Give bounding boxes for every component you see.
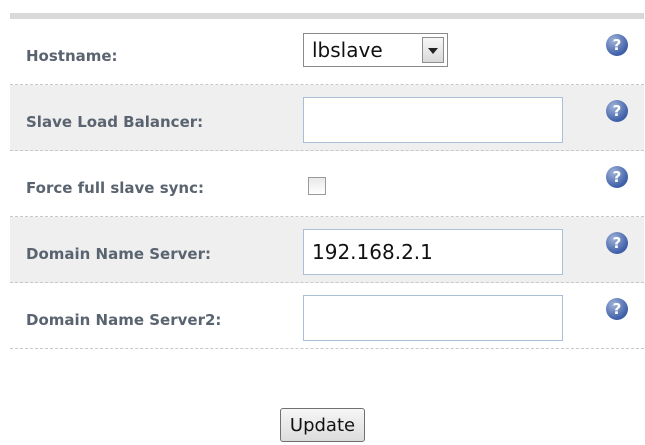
- hostname-row: Hostname: lbslave ?: [10, 19, 644, 85]
- hostname-label: Hostname:: [26, 47, 118, 65]
- slave-load-balancer-label: Slave Load Balancer:: [26, 113, 204, 131]
- slave-load-balancer-row: Slave Load Balancer: ?: [10, 85, 644, 151]
- domain-name-server2-input[interactable]: [303, 295, 563, 341]
- domain-name-server-row: Domain Name Server: ?: [10, 217, 644, 283]
- help-question-icon[interactable]: ?: [606, 34, 628, 56]
- settings-form: Hostname: lbslave ? Slave Load Balancer:…: [10, 19, 644, 349]
- force-full-slave-sync-row: Force full slave sync: ?: [10, 151, 644, 217]
- hostname-select[interactable]: lbslave: [303, 33, 448, 67]
- help-question-icon[interactable]: ?: [606, 232, 628, 254]
- domain-name-server2-label: Domain Name Server2:: [26, 311, 222, 329]
- slave-load-balancer-input[interactable]: [303, 97, 563, 143]
- force-full-slave-sync-label: Force full slave sync:: [26, 179, 204, 197]
- domain-name-server-input[interactable]: [303, 229, 563, 275]
- help-question-icon[interactable]: ?: [606, 100, 628, 122]
- force-full-slave-sync-checkbox[interactable]: [308, 177, 326, 195]
- help-question-icon[interactable]: ?: [606, 298, 628, 320]
- hostname-select-value: lbslave: [312, 38, 383, 62]
- help-question-icon[interactable]: ?: [606, 166, 628, 188]
- domain-name-server-label: Domain Name Server:: [26, 245, 211, 263]
- update-button[interactable]: Update: [280, 408, 365, 442]
- dropdown-arrow-icon[interactable]: [422, 37, 444, 63]
- domain-name-server2-row: Domain Name Server2: ?: [10, 283, 644, 349]
